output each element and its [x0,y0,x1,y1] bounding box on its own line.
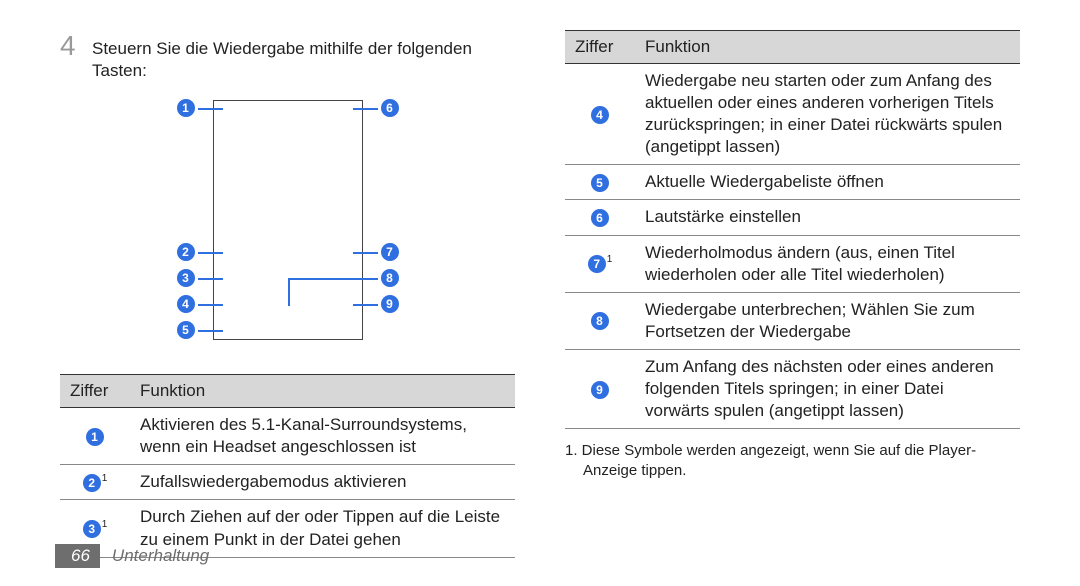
callout-line-5 [198,330,223,332]
callout-label-1: 1 [177,99,195,117]
table-cell-text: Wiedergabe unterbrechen; Wählen Sie zum … [635,292,1020,349]
table-cell-text: Aktuelle Wiedergabeliste öffnen [635,165,1020,200]
table-left-hdr-funktion: Funktion [130,375,515,408]
table-cell-num: 71 [565,235,635,292]
table-cell-num: 6 [565,200,635,235]
table-cell-num: 8 [565,292,635,349]
footer: 66 Unterhaltung [55,544,209,568]
table-right-hdr-funktion: Funktion [635,31,1020,64]
table-cell-text: Lautstärke einstellen [635,200,1020,235]
table-cell-text: Wiederholmodus ändern (aus, einen Titel … [635,235,1020,292]
callout-label-7: 7 [381,243,399,261]
table-cell-text: Aktivieren des 5.1-Kanal-Surroundsystems… [130,408,515,465]
callout-line-4 [198,304,223,306]
callout-label-2: 2 [177,243,195,261]
page-number: 66 [55,544,100,568]
step-number: 4 [60,30,84,82]
step-text: Steuern Sie die Wiedergabe mithilfe der … [92,30,515,82]
table-row: 6 Lautstärke einstellen [565,200,1020,235]
callout-inner-8 [288,278,353,306]
callout-label-3: 3 [177,269,195,287]
table-row: 8 Wiedergabe unterbrechen; Wählen Sie zu… [565,292,1020,349]
table-row: 5 Aktuelle Wiedergabeliste öffnen [565,165,1020,200]
callout-line-8 [353,278,378,280]
table-cell-text: Zum Anfang des nächsten oder eines ander… [635,349,1020,428]
step-row: 4 Steuern Sie die Wiedergabe mithilfe de… [60,30,515,82]
table-row: 9 Zum Anfang des nächsten oder eines and… [565,349,1020,428]
callout-label-5: 5 [177,321,195,339]
table-right: Ziffer Funktion 4 Wiedergabe neu starten… [565,30,1020,429]
table-cell-text: Wiedergabe neu starten oder zum Anfang d… [635,64,1020,165]
callout-line-2 [198,252,223,254]
callout-line-1 [198,108,223,110]
callout-label-6: 6 [381,99,399,117]
callout-label-4: 4 [177,295,195,313]
table-left-hdr-ziffer: Ziffer [60,375,130,408]
callout-label-8: 8 [381,269,399,287]
table-row: 21 Zufallswiedergabemodus aktivieren [60,465,515,500]
callout-line-7 [353,252,378,254]
table-cell-num: 5 [565,165,635,200]
footnote: 1. Diese Symbole werden angezeigt, wenn … [565,441,1020,482]
table-cell-num: 1 [60,408,130,465]
callout-label-9: 9 [381,295,399,313]
callout-line-3 [198,278,223,280]
section-title: Unterhaltung [112,546,209,566]
table-row: 71 Wiederholmodus ändern (aus, einen Tit… [565,235,1020,292]
table-cell-num: 21 [60,465,130,500]
right-column: Ziffer Funktion 4 Wiedergabe neu starten… [565,30,1020,558]
table-row: 4 Wiedergabe neu starten oder zum Anfang… [565,64,1020,165]
table-cell-text: Zufallswiedergabemodus aktivieren [130,465,515,500]
page: 4 Steuern Sie die Wiedergabe mithilfe de… [0,0,1080,558]
callout-line-6 [353,108,378,110]
table-cell-num: 9 [565,349,635,428]
table-row: 1 Aktivieren des 5.1-Kanal-Surroundsyste… [60,408,515,465]
table-left: Ziffer Funktion 1 Aktivieren des 5.1-Kan… [60,374,515,557]
callout-line-9 [353,304,378,306]
left-column: 4 Steuern Sie die Wiedergabe mithilfe de… [60,30,515,558]
table-cell-num: 4 [565,64,635,165]
table-right-hdr-ziffer: Ziffer [565,31,635,64]
diagram: 1 2 3 4 5 6 7 8 9 [143,90,433,360]
